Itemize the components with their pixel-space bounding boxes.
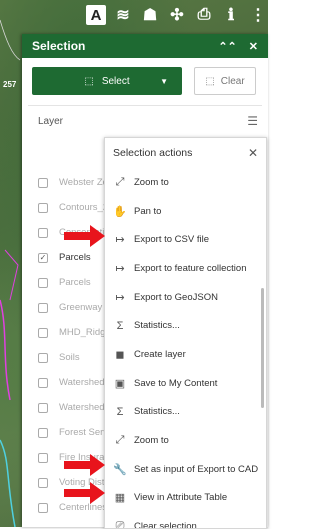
panel-title: Selection [32,39,86,53]
layer-checkbox[interactable] [38,427,48,438]
layer-name: Watershed [59,402,105,413]
select-tool-icon: ⬚ [84,75,94,87]
layer-checkbox[interactable] [38,327,48,338]
menu-item-label: Statistics... [134,320,180,332]
map-edge-label: 257 [3,80,17,89]
menu-item-icon: 🔧 [113,463,127,476]
menu-item-label: Export to CSV file [134,234,209,246]
menu-item-label: Create layer [134,348,186,360]
layer-checkbox[interactable] [38,227,48,238]
filter-icon[interactable]: ☰ [247,114,258,128]
menu-item-label: Zoom to [134,435,169,447]
menu-header: Selection actions ✕ [105,138,266,168]
layer-checkbox[interactable] [38,277,48,288]
menu-item-icon: ↦ [115,291,125,304]
menu-item-label: Save to My Content [134,377,218,389]
layer-checkbox[interactable] [38,177,48,188]
menu-item[interactable]: Σ Statistics... [105,311,266,340]
layer-checkbox[interactable] [38,502,48,513]
menu-item-label: Clear selection [134,521,197,529]
menu-item-icon: ✋ [113,205,127,218]
chevron-down-icon[interactable]: ▼ [160,77,168,86]
layer-header-label: Layer [38,115,64,127]
print-icon[interactable]: ⎙ [194,5,214,25]
menu-item-label: Export to feature collection [134,262,247,274]
layer-name: Forest Serv [59,427,109,438]
layer-name: Parcels [59,277,91,288]
selection-actions-menu: Selection actions ✕ ⤢ Zoom to ✋ Pan to ↦ Expo… [104,137,267,529]
menu-item[interactable]: ✋ Pan to [105,197,266,226]
info-icon[interactable]: ℹ [221,5,241,25]
menu-item-icon: ▣ [114,377,126,390]
layer-name: Soils [59,352,80,363]
menu-item-icon: ↦ [115,234,125,247]
close-icon[interactable]: ✕ [249,40,258,53]
close-icon[interactable]: ✕ [248,146,258,160]
select-button[interactable]: ⬚ Select ▼ [32,67,182,95]
red-arrow-annotation [64,225,105,247]
menu-item[interactable]: ↦ Export to feature collection [105,254,266,283]
menu-item-icon: Σ [116,405,124,418]
menu-item-label: Statistics... [134,406,180,418]
menu-item-label: Export to GeoJSON [134,291,218,303]
menu-item-icon: ↦ [115,262,125,275]
select-label: Select [101,75,130,87]
menu-item-label: Pan to [134,205,162,217]
measure-icon[interactable]: ✣ [167,5,187,25]
map-toolbar: A ≋ ☗ ✣ ⎙ ℹ ⋮ [86,4,268,26]
collapse-icon[interactable]: ⌃⌃ [218,40,236,53]
layer-name: MHD_Ridge [59,327,111,338]
menu-item[interactable]: ◼ Create layer [105,340,266,369]
select-toolbar: ⬚ Select ▼ ⬚ Clear [22,58,268,95]
graduation-icon[interactable]: ☗ [140,5,160,25]
menu-item-icon: ⤢ [115,175,125,188]
red-arrow-annotation [64,454,105,476]
menu-title: Selection actions [113,147,193,159]
layer-header: Layer ☰ [22,106,268,128]
clear-icon: ⬚ [205,75,215,87]
layer-name: Greenway [59,302,103,313]
menu-item[interactable]: ⤢ Zoom to [105,426,266,455]
menu-item[interactable]: ⎚ Clear selection [105,512,266,529]
more-icon[interactable]: ⋮ [248,5,268,25]
menu-item-icon: Σ [116,319,124,332]
clear-label: Clear [220,75,245,87]
layers-icon[interactable]: ≋ [113,5,133,25]
menu-item-label: Zoom to [134,176,169,188]
menu-item-icon: ⤢ [115,434,125,447]
red-arrow-annotation [64,482,105,504]
layer-checkbox[interactable] [38,452,48,463]
menu-item-icon: ◼ [115,348,125,361]
scrollbar[interactable] [261,288,264,408]
layer-checkbox[interactable] [38,377,48,388]
menu-item-icon: ▦ [114,492,126,505]
clear-button[interactable]: ⬚ Clear [194,67,256,95]
menu-item-label: View in Attribute Table [134,492,228,504]
layer-checkbox[interactable] [38,202,48,213]
menu-item[interactable]: 🔧 Set as input of Export to CAD [105,455,266,484]
layer-name: Parcels [59,252,91,263]
menu-item[interactable]: ↦ Export to CSV file [105,225,266,254]
menu-items: ⤢ Zoom to ✋ Pan to ↦ Export to CSV file ↦ Expor… [105,168,266,529]
layer-checkbox[interactable] [38,402,48,413]
menu-item-label: Set as input of Export to CAD [134,463,259,475]
basemap-a-button[interactable]: A [86,5,106,25]
layer-checkbox[interactable] [38,352,48,363]
layer-name: Contours_2 [59,202,109,213]
menu-item[interactable]: ⤢ Zoom to [105,168,266,197]
panel-header: Selection ⌃⌃ ✕ [22,34,268,58]
layer-checkbox[interactable] [38,477,48,488]
menu-item[interactable]: Σ Statistics... [105,398,266,427]
menu-item[interactable]: ▦ View in Attribute Table [105,484,266,513]
menu-item[interactable]: ▣ Save to My Content [105,369,266,398]
layer-name: Watershed [59,377,105,388]
menu-item-icon: ⎚ [115,520,125,529]
layer-name: Webster Zo [59,177,108,188]
layer-checkbox[interactable]: ✓ [38,252,48,263]
menu-item[interactable]: ↦ Export to GeoJSON [105,283,266,312]
layer-checkbox[interactable] [38,302,48,313]
